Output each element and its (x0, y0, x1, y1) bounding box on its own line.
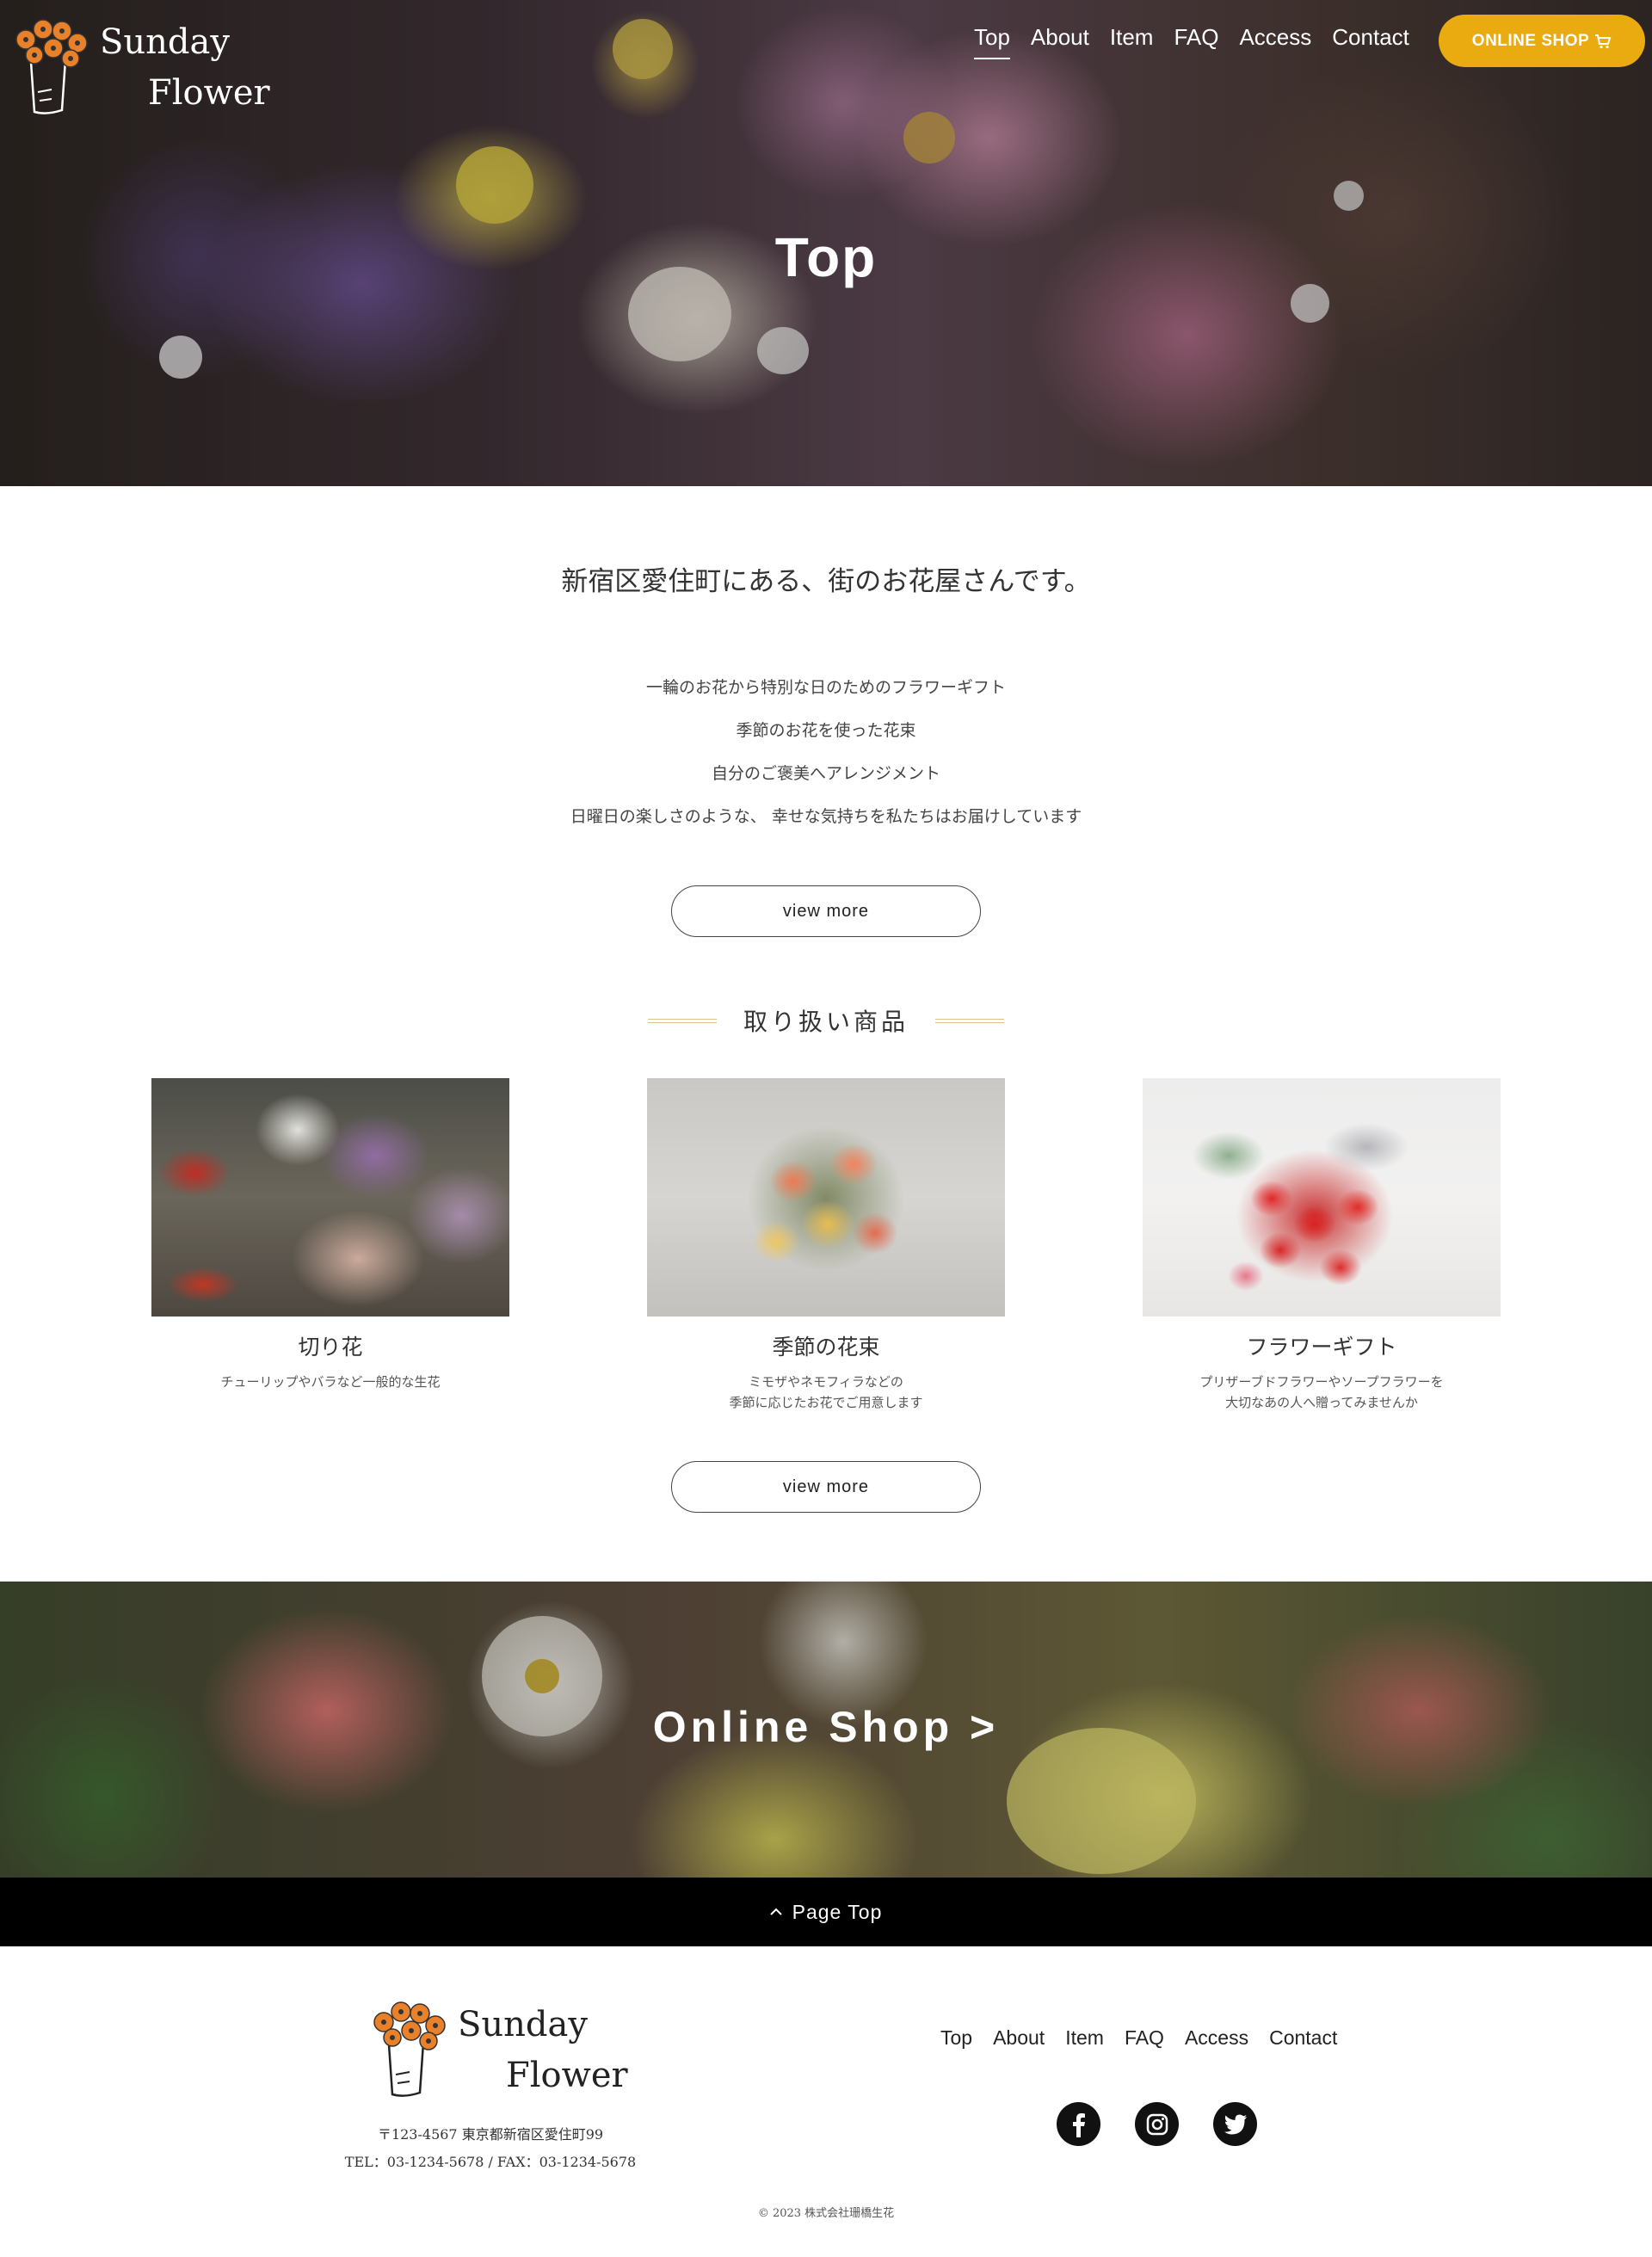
twitter-icon[interactable] (1213, 2102, 1257, 2146)
main-nav: Top About Item FAQ Access Contact (974, 24, 1409, 59)
intro-lead: 新宿区愛住町にある、街のお花屋さんです。 (561, 566, 1091, 597)
cut-flowers-image (151, 1078, 509, 1317)
nav-faq[interactable]: FAQ (1174, 24, 1218, 59)
facebook-icon[interactable] (1057, 2102, 1100, 2146)
footer-nav-faq[interactable]: FAQ (1125, 2026, 1164, 2050)
flower-vase-logo-icon (373, 2001, 446, 2097)
footer-nav-top[interactable]: Top (940, 2026, 972, 2050)
online-shop-banner-title: Online Shop > (652, 1703, 1000, 1751)
footer-address: 〒123-4567 東京都新宿区愛住町99 (377, 2126, 604, 2143)
cart-icon (1595, 34, 1612, 48)
product-card-cut-flowers[interactable]: 切り花 チューリップやバラなど一般的な生花 (151, 1078, 509, 1392)
copyright: © 2023 株式会社珊橋生花 (757, 2207, 895, 2220)
seasonal-bouquet-image (647, 1078, 1005, 1317)
instagram-icon[interactable] (1135, 2102, 1179, 2146)
flower-decoration (525, 1659, 559, 1693)
heading-divider (935, 1018, 1005, 1023)
footer-address-block: 〒123-4567 東京都新宿区愛住町99 TEL：03-1234-5678 /… (327, 2121, 654, 2176)
intro-description: 一輪のお花から特別な日のためのフラワーギフト 季節のお花を使った花束 自分のご褒… (0, 675, 1652, 847)
flower-decoration (159, 336, 202, 379)
intro-line: 一輪のお花から特別な日のためのフラワーギフト (645, 678, 1006, 697)
nav-contact[interactable]: Contact (1332, 24, 1409, 59)
products-view-more-button[interactable]: view more (671, 1461, 981, 1513)
products-heading-title: 取り扱い商品 (743, 1008, 909, 1036)
flower-decoration (1291, 284, 1329, 323)
footer-logo-text-line2: Flower (506, 2056, 628, 2095)
footer-nav-access[interactable]: Access (1185, 2026, 1248, 2050)
flower-decoration (1334, 181, 1364, 211)
page-top-button[interactable]: Page Top (0, 1878, 1652, 1946)
flower-decoration (613, 19, 673, 79)
products-heading: 取り扱い商品 (0, 1003, 1652, 1038)
footer-logo[interactable]: Sunday Flower (370, 1993, 628, 2100)
flower-gift-image (1143, 1078, 1501, 1317)
product-name: フラワーギフト (1246, 1335, 1397, 1360)
nav-access[interactable]: Access (1239, 24, 1311, 59)
footer-nav-item[interactable]: Item (1065, 2026, 1104, 2050)
nav-about[interactable]: About (1031, 24, 1089, 59)
intro-view-more-button[interactable]: view more (671, 885, 981, 937)
heading-divider (647, 1018, 717, 1023)
site-logo[interactable]: Sunday Flower (12, 10, 270, 118)
intro-line: 日曜日の楽しさのような、 幸せな気持ちを私たちはお届けしています (570, 807, 1082, 826)
flower-vase-logo-icon (15, 19, 88, 114)
logo-text-line1: Sunday (100, 22, 230, 62)
product-description: チューリップやバラなど一般的な生花 (220, 1374, 441, 1390)
product-description: ミモザやネモフィラなどの 季節に応じたお花でご用意します (729, 1374, 923, 1410)
online-shop-banner[interactable]: Online Shop > (0, 1582, 1652, 1878)
product-card-flower-gift[interactable]: フラワーギフト プリザーブドフラワーやソープフラワーを 大切なあの人へ贈ってみま… (1143, 1078, 1501, 1413)
page-top-label: Page Top (792, 1900, 883, 1923)
intro-line: 自分のご褒美へアレンジメント (711, 764, 940, 783)
footer-nav-contact[interactable]: Contact (1269, 2026, 1337, 2050)
hero-section: Sunday Flower Top About Item FAQ Access … (0, 0, 1652, 486)
footer-nav-about[interactable]: About (993, 2026, 1045, 2050)
social-links (1057, 2102, 1257, 2146)
hero-title: Top (774, 226, 878, 288)
footer-logo-text-line1: Sunday (458, 2005, 588, 2044)
intro-line: 季節のお花を使った花束 (736, 721, 916, 740)
product-description: プリザーブドフラワーやソープフラワーを 大切なあの人へ贈ってみませんか (1199, 1374, 1444, 1410)
nav-item[interactable]: Item (1110, 24, 1154, 59)
product-card-seasonal-bouquet[interactable]: 季節の花束 ミモザやネモフィラなどの 季節に応じたお花でご用意します (647, 1078, 1005, 1413)
flower-decoration (903, 112, 955, 163)
footer-tel-fax: TEL：03-1234-5678 / FAX：03-1234-5678 (344, 2154, 637, 2170)
chevron-up-icon (769, 1908, 782, 1915)
online-shop-button[interactable]: ONLINE SHOP (1439, 15, 1645, 67)
logo-text-line2: Flower (148, 73, 270, 113)
product-name: 季節の花束 (772, 1335, 880, 1360)
product-name: 切り花 (298, 1335, 363, 1360)
flower-decoration (456, 146, 533, 224)
flower-decoration (757, 327, 809, 374)
nav-top[interactable]: Top (974, 24, 1010, 59)
online-shop-button-label: ONLINE SHOP (1471, 31, 1590, 50)
footer-nav: Top About Item FAQ Access Contact (940, 2026, 1337, 2050)
